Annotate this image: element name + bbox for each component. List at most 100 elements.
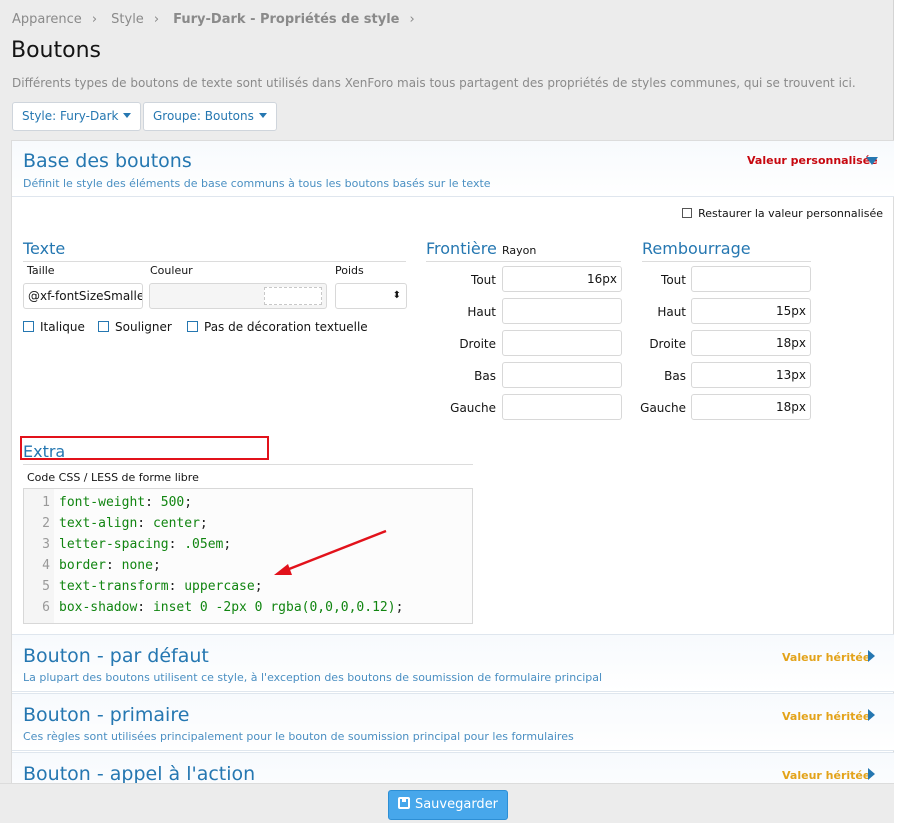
css-semicolon: ; — [254, 579, 263, 594]
divider — [23, 464, 473, 465]
padding-0-input[interactable] — [691, 266, 811, 292]
style-dropdown-button[interactable]: Style: Fury-Dark — [12, 102, 142, 131]
collapse-toggle-icon[interactable] — [866, 157, 878, 165]
border-0-input[interactable]: 16px — [502, 266, 622, 292]
css-semicolon: ; — [152, 558, 161, 573]
caret-down-icon — [258, 113, 267, 118]
css-code-label: Code CSS / LESS de forme libre — [27, 471, 199, 484]
css-colon: : — [168, 579, 185, 594]
css-property: text-align — [59, 516, 138, 531]
scrollbar[interactable] — [894, 0, 902, 823]
checkbox-icon[interactable] — [682, 208, 693, 218]
breadcrumb-item-style[interactable]: Style — [111, 12, 144, 27]
css-colon: : — [168, 537, 185, 552]
select-arrows-icon: ⬍ — [392, 290, 401, 301]
save-icon — [397, 797, 410, 809]
restore-label: Restaurer la valeur personnalisée — [698, 207, 883, 220]
padding-2-input[interactable]: 18px — [691, 330, 811, 356]
radius-label: Rayon — [502, 244, 537, 257]
divider — [642, 261, 811, 262]
page: Apparence › Style › Fury-Dark - Propriétés… — [0, 0, 894, 823]
css-colon: : — [137, 600, 153, 615]
code-line: border: none; — [59, 558, 161, 573]
group-dropdown-label: Groupe: Boutons — [153, 109, 254, 123]
css-semicolon: ; — [184, 495, 193, 510]
no-decoration-checkbox[interactable]: Pas de décoration textuelle — [187, 320, 368, 334]
text-group-title: Texte — [23, 239, 66, 258]
section-header-collapsed[interactable]: Bouton - primaire Ces règles sont utilisé… — [12, 693, 894, 751]
underline-label: Souligner — [115, 320, 172, 334]
code-line: box-shadow: inset 0 -2px 0 rgba(0,0,0,0.… — [59, 600, 403, 615]
breadcrumb-item-style-properties[interactable]: Fury-Dark - Propriétés de style — [173, 12, 399, 27]
status-badge: Valeur héritée — [782, 769, 871, 782]
size-label: Taille — [27, 264, 55, 277]
style-properties-panel: Base des boutons Définit le style des él… — [11, 140, 894, 823]
line-number: 1 — [42, 495, 50, 510]
italic-label: Italique — [40, 320, 85, 334]
padding-1-label: Haut — [657, 305, 686, 319]
section-title: Base des boutons — [23, 150, 192, 172]
no-decoration-label: Pas de décoration textuelle — [204, 320, 368, 334]
annotation-arrow-icon — [274, 529, 387, 575]
css-property: letter-spacing — [59, 537, 169, 552]
css-value: inset 0 -2px 0 rgba(0,0,0,0.12) — [152, 600, 396, 615]
code-line: letter-spacing: .05em; — [59, 537, 231, 552]
checkbox-icon[interactable] — [23, 321, 34, 332]
section-header-collapsed[interactable]: Bouton - par défaut La plupart des bouton… — [12, 634, 894, 692]
border-2-input[interactable] — [502, 330, 622, 356]
breadcrumb-item-appearance[interactable]: Apparence — [12, 12, 82, 27]
css-value: uppercase — [184, 579, 255, 594]
chevron-right-icon: › — [91, 12, 98, 27]
restore-custom-value-checkbox[interactable]: Restaurer la valeur personnalisée — [682, 207, 883, 220]
status-badge: Valeur héritée — [782, 651, 871, 664]
line-number: 2 — [42, 516, 50, 531]
css-property: box-shadow — [59, 600, 138, 615]
checkbox-icon[interactable] — [98, 321, 109, 332]
expand-toggle-icon[interactable] — [868, 768, 875, 780]
line-number: 4 — [42, 558, 50, 573]
border-1-input[interactable] — [502, 298, 622, 324]
border-4-input[interactable] — [502, 394, 622, 420]
expand-toggle-icon[interactable] — [868, 709, 875, 721]
padding-1-input[interactable]: 15px — [691, 298, 811, 324]
save-button[interactable]: Sauvegarder — [388, 790, 508, 820]
color-label: Couleur — [150, 264, 193, 277]
section-header-base[interactable]: Base des boutons Définit le style des él… — [12, 141, 894, 197]
padding-3-input[interactable]: 13px — [691, 362, 811, 388]
padding-4-label: Gauche — [640, 401, 686, 415]
css-colon: : — [137, 516, 153, 531]
line-number: 5 — [42, 579, 50, 594]
code-line: font-weight: 500; — [59, 495, 192, 510]
padding-3-label: Bas — [664, 369, 686, 383]
padding-0-label: Tout — [661, 273, 686, 287]
css-code-editor[interactable]: 1 font-weight: 500; 2 text-align: center; 3 l… — [23, 488, 473, 624]
group-dropdown-button[interactable]: Groupe: Boutons — [143, 102, 277, 131]
highlight-annotation — [20, 436, 269, 460]
css-property: text-transform — [59, 579, 169, 594]
color-input[interactable] — [149, 283, 327, 309]
css-semicolon: ; — [199, 516, 208, 531]
italic-checkbox[interactable]: Italique — [23, 320, 85, 334]
section-subtitle: Ces règles sont utilisées principalement… — [23, 730, 574, 743]
css-property: font-weight — [59, 495, 146, 510]
status-badge: Valeur personnalisée — [747, 154, 878, 167]
css-property: border — [59, 558, 106, 573]
padding-group-title: Rembourrage — [642, 239, 751, 258]
css-colon: : — [145, 495, 161, 510]
save-button-label: Sauvegarder — [414, 797, 499, 812]
color-swatch[interactable] — [264, 287, 322, 305]
font-weight-select[interactable]: ⬍ — [335, 283, 407, 309]
code-line: text-transform: uppercase; — [59, 579, 263, 594]
line-number: 6 — [42, 600, 50, 615]
border-2-label: Droite — [459, 337, 496, 351]
border-3-input[interactable] — [502, 362, 622, 388]
checkbox-icon[interactable] — [187, 321, 198, 332]
css-value: none — [121, 558, 153, 573]
font-size-input[interactable]: @xf-fontSizeSmalle — [23, 283, 143, 309]
underline-checkbox[interactable]: Souligner — [98, 320, 172, 334]
css-value: center — [152, 516, 200, 531]
divider — [426, 261, 621, 262]
expand-toggle-icon[interactable] — [868, 650, 875, 662]
css-colon: : — [105, 558, 122, 573]
padding-4-input[interactable]: 18px — [691, 394, 811, 420]
